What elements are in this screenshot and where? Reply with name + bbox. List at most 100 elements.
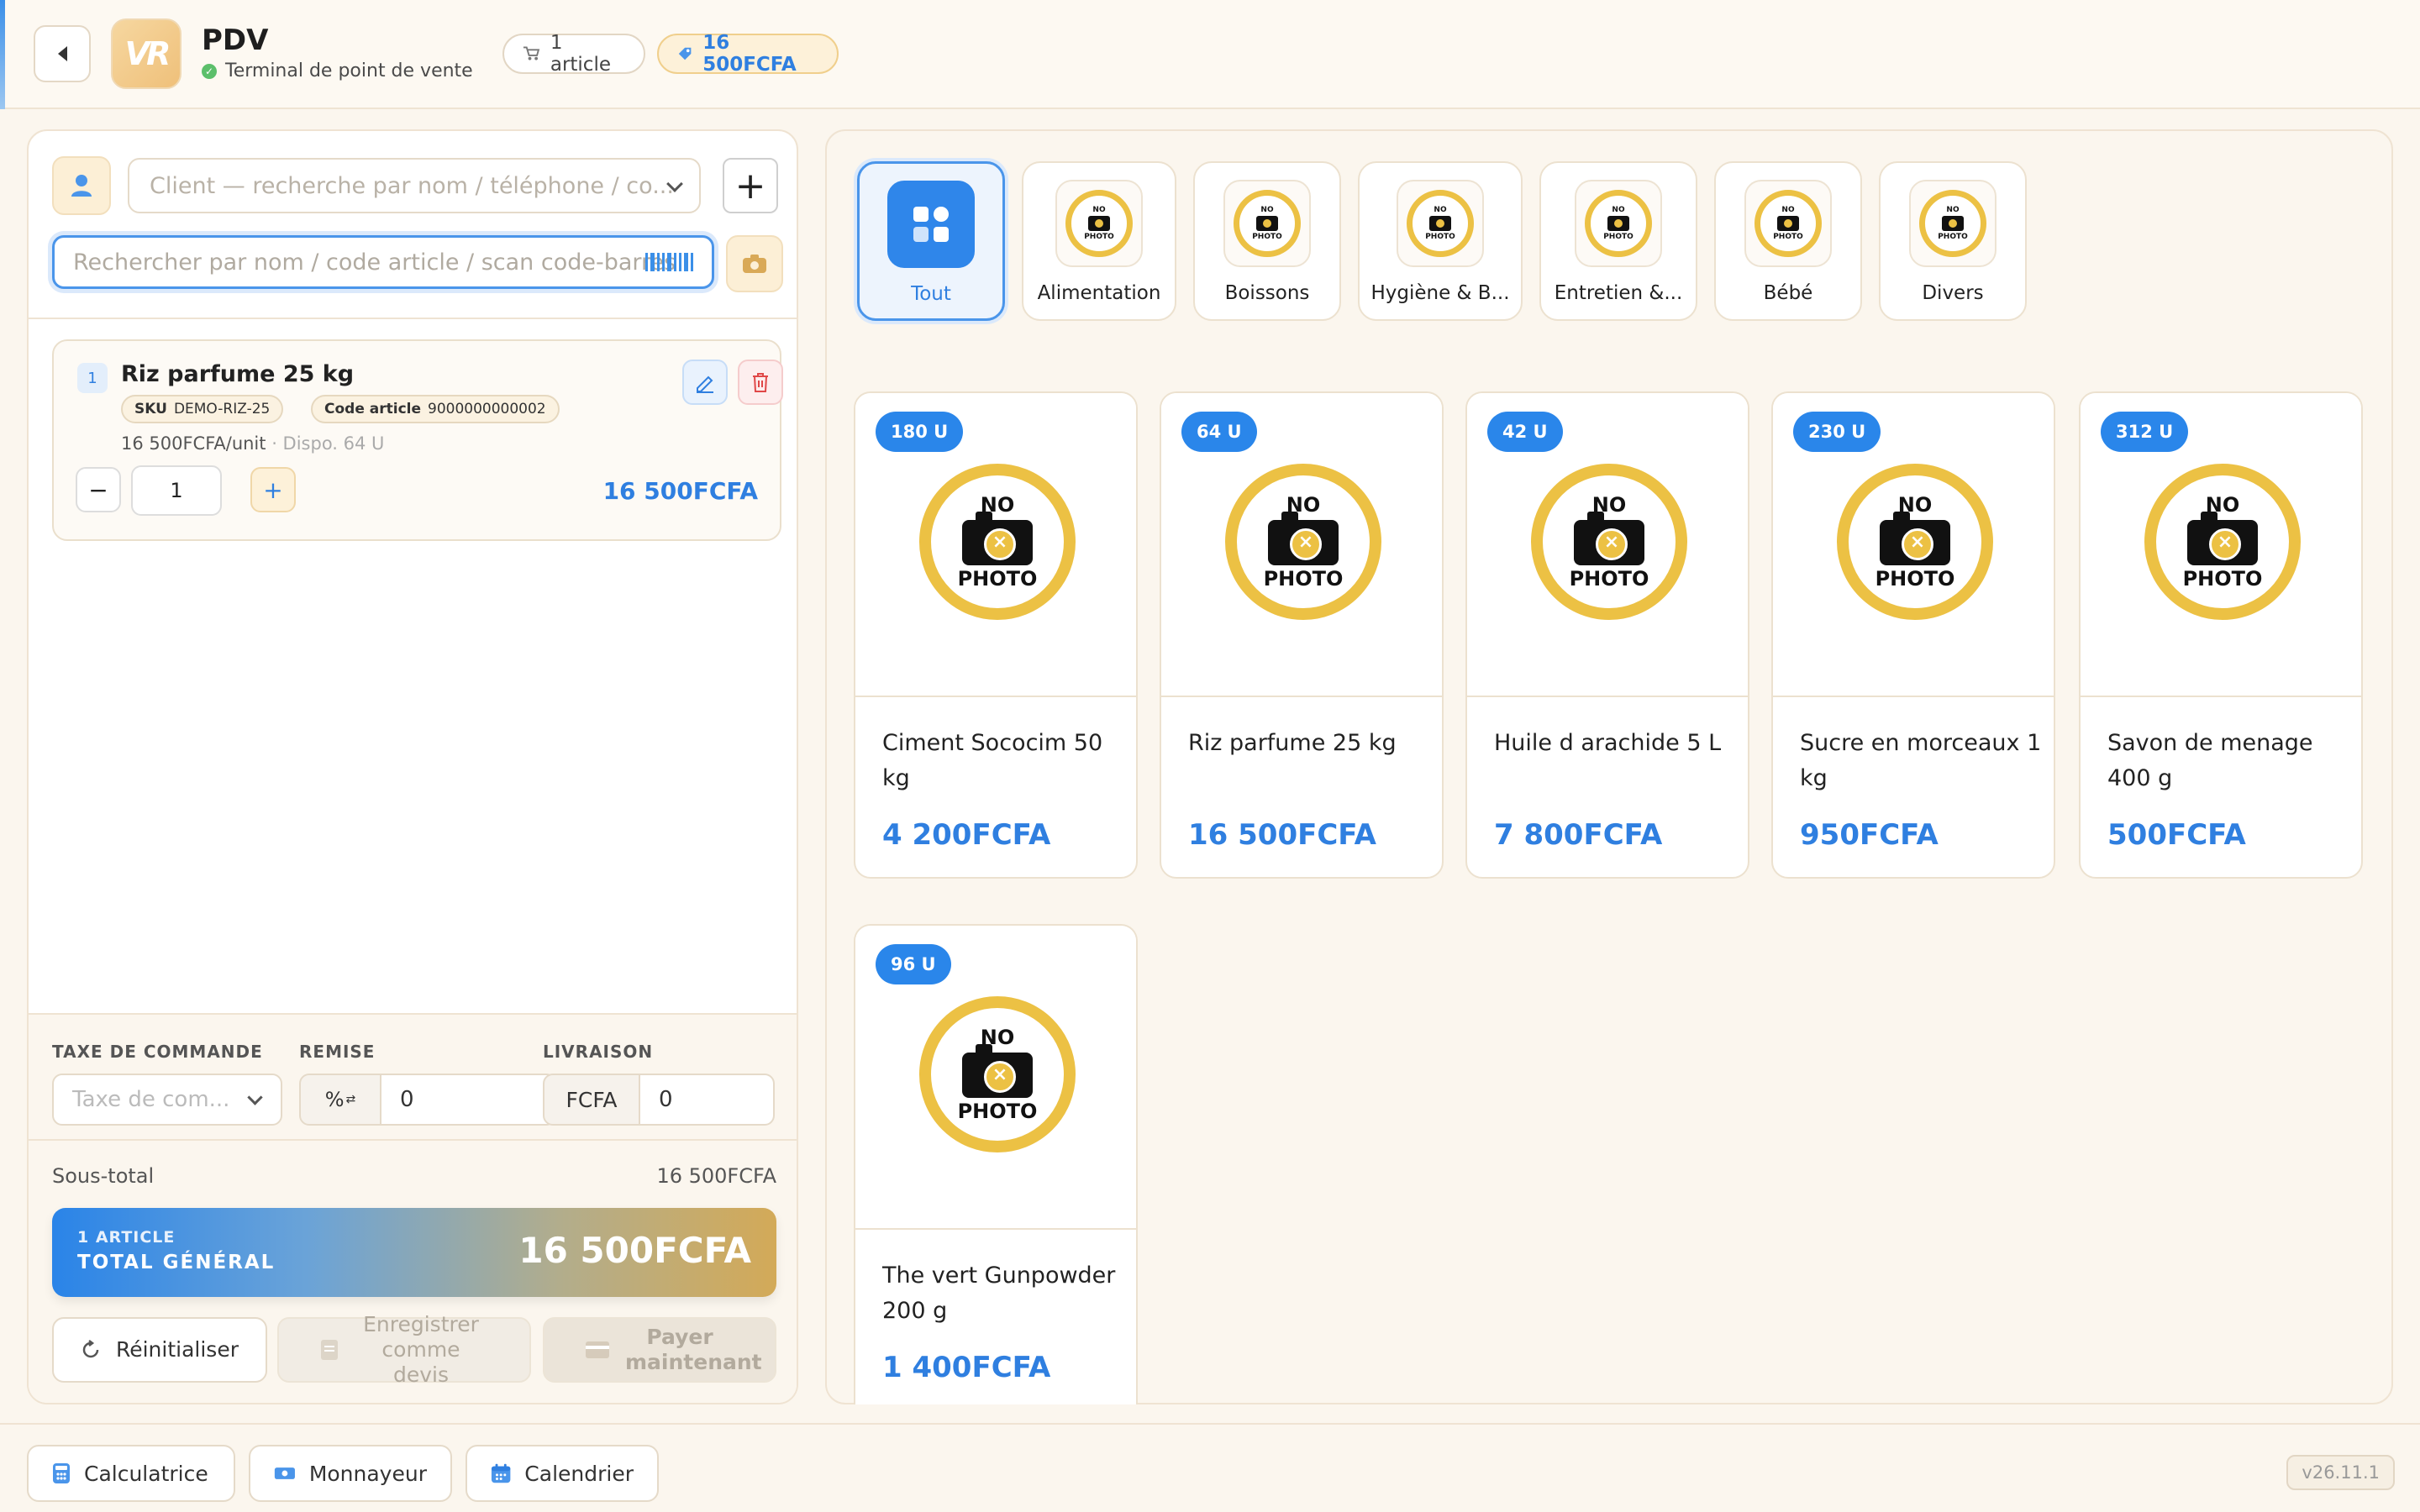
product-price: 500FCFA — [2107, 818, 2246, 852]
cart-total-text: 16 500FCFA — [702, 32, 797, 76]
sku-value: DEMO-RIZ-25 — [173, 401, 271, 417]
product-name: Riz parfume 25 kg — [1188, 730, 1397, 756]
no-photo-icon: NOPHOTO — [1575, 180, 1662, 267]
cart-item: 1 Riz parfume 25 kg SKU DEMO-RIZ-25 Code … — [52, 339, 783, 541]
remise-label: REMISE — [299, 1042, 376, 1062]
bottom-toolbar: Calculatrice Monnayeur Calendrier v26.11… — [0, 1423, 2420, 1512]
code-label: Code article — [324, 401, 422, 417]
tab-category-hygiene[interactable]: NO PHOTO Hygiène & B... — [1358, 161, 1523, 321]
product-card[interactable]: 312 U NOPHOTO Savon de menage 400 g 500F… — [2079, 391, 2363, 879]
money-changer-label: Monnayeur — [308, 1461, 427, 1486]
stock-badge: 64 U — [1181, 412, 1257, 452]
no-photo-icon: NOPHOTO — [1225, 464, 1381, 620]
client-search-select[interactable]: Client — recherche par nom / téléphone /… — [128, 158, 701, 213]
tab-category-divers[interactable]: NO PHOTO Divers — [1879, 161, 2027, 321]
refresh-icon — [82, 1340, 99, 1358]
tab-category-tout[interactable]: Tout — [857, 161, 1005, 321]
logo-text: VR — [124, 35, 171, 72]
product-price: 950FCFA — [1800, 818, 1939, 852]
product-image: 312 U NOPHOTO — [2081, 393, 2361, 697]
grid-icon — [887, 181, 975, 268]
cart-item-name: Riz parfume 25 kg — [121, 361, 355, 387]
percent-text: % — [324, 1088, 345, 1111]
user-icon — [71, 175, 92, 197]
cart-total-pill: 16 500FCFA — [657, 32, 839, 76]
category-label: Bébé — [1763, 282, 1813, 304]
product-card[interactable]: 96 U NOPHOTO The vert Gunpowder 200 g 1 … — [854, 924, 1138, 1404]
app-logo: VR — [111, 18, 182, 89]
product-name: Sucre en morceaux 1 kg — [1800, 730, 2042, 791]
product-name: Ciment Sococim 50 kg — [882, 730, 1103, 791]
no-photo-icon: NOPHOTO — [1223, 180, 1311, 267]
grand-total-amount: 16 500FCFA — [518, 1230, 751, 1271]
order-tax-select[interactable]: Taxe de com... — [52, 1074, 282, 1126]
product-price: 4 200FCFA — [882, 818, 1051, 852]
remise-type-toggle[interactable]: % ⇄ — [299, 1074, 381, 1126]
stock-badge: 312 U — [2101, 412, 2189, 452]
tab-category-entretien[interactable]: NO PHOTO Entretien &... — [1539, 161, 1697, 321]
edit-item-button[interactable] — [682, 360, 728, 405]
livraison-label: LIVRAISON — [543, 1042, 654, 1062]
tax-label: TAXE DE COMMANDE — [52, 1042, 263, 1062]
app-subtitle: ✓ Terminal de point de vente — [202, 60, 473, 81]
no-photo-icon: NOPHOTO — [919, 464, 1076, 620]
chevron-down-icon — [247, 1089, 263, 1105]
no-photo-icon: NOPHOTO — [1531, 464, 1687, 620]
tab-category-alimentation[interactable]: NO PHOTO Alimentation — [1022, 161, 1176, 321]
product-search-input[interactable]: Rechercher par nom / code article / scan… — [52, 235, 714, 289]
subtotal-label: Sous-total — [52, 1164, 155, 1188]
plus-icon: + — [263, 475, 283, 504]
pencil-icon — [697, 375, 713, 393]
availability-text: · Dispo. 64 U — [271, 433, 385, 454]
reset-button[interactable]: Réinitialiser — [52, 1317, 267, 1383]
client-icon-box — [52, 156, 111, 215]
product-card[interactable]: 42 U NOPHOTO Huile d arachide 5 L 7 800F… — [1465, 391, 1749, 879]
camera-icon — [743, 255, 766, 273]
client-select-placeholder: Client — recherche par nom / téléphone /… — [150, 172, 674, 199]
quantity-input[interactable]: 1 — [131, 465, 222, 516]
barcode-icon[interactable] — [645, 253, 693, 271]
tab-category-bebe[interactable]: NO PHOTO Bébé — [1714, 161, 1862, 321]
product-image: 180 U NOPHOTO — [855, 393, 1136, 697]
product-catalog: Tout NO PHOTO Alimentation NO PHOTO Boisso… — [825, 129, 2393, 1404]
swap-icon: ⇄ — [345, 1093, 356, 1106]
remise-value-input[interactable]: 0 — [380, 1074, 556, 1126]
product-price: 7 800FCFA — [1494, 818, 1663, 852]
calendar-button[interactable]: Calendrier — [466, 1445, 659, 1502]
cart-panel: Client — recherche par nom / téléphone /… — [27, 129, 798, 1404]
delete-item-button[interactable] — [738, 360, 783, 405]
subtotal-value: 16 500FCFA — [656, 1164, 776, 1188]
product-name: The vert Gunpowder 200 g — [882, 1263, 1116, 1324]
product-card[interactable]: 64 U NOPHOTO Riz parfume 25 kg 16 500FCF… — [1160, 391, 1444, 879]
product-price: 1 400FCFA — [882, 1351, 1051, 1384]
decrease-quantity-button[interactable]: − — [76, 467, 121, 512]
code-article-tag: Code article 9000000000002 — [311, 395, 560, 423]
cart-item-total: 16 500FCFA — [602, 477, 758, 505]
calculator-button[interactable]: Calculatrice — [27, 1445, 235, 1502]
increase-quantity-button[interactable]: + — [250, 467, 296, 512]
product-card[interactable]: 180 U NOPHOTO Ciment Sococim 50 kg 4 200… — [854, 391, 1138, 879]
money-changer-button[interactable]: Monnayeur — [249, 1445, 452, 1502]
product-search-placeholder: Rechercher par nom / code article / scan… — [73, 249, 676, 276]
article-count: 1 ARTICLE — [77, 1228, 176, 1247]
stock-badge: 96 U — [876, 944, 951, 984]
articles-count-pill: 1 article — [502, 32, 645, 76]
plus-icon: + — [734, 164, 766, 207]
no-photo-icon: NOPHOTO — [1744, 180, 1832, 267]
stock-badge: 42 U — [1487, 412, 1563, 452]
product-card[interactable]: 230 U NOPHOTO Sucre en morceaux 1 kg 950… — [1771, 391, 2055, 879]
sku-tag: SKU DEMO-RIZ-25 — [121, 395, 284, 423]
tab-category-boissons[interactable]: NO PHOTO Boissons — [1193, 161, 1341, 321]
tag-icon — [678, 47, 692, 60]
camera-scan-button[interactable] — [726, 235, 783, 292]
product-image: 64 U NOPHOTO — [1161, 393, 1442, 697]
category-label: Divers — [1922, 282, 1984, 304]
pay-now-button[interactable]: Payer maintenant — [543, 1317, 776, 1383]
save-quote-button[interactable]: Enregistrer comme devis — [277, 1312, 531, 1387]
add-client-button[interactable]: + — [723, 158, 778, 213]
divider — [29, 318, 797, 319]
livraison-value-input[interactable]: 0 — [639, 1074, 775, 1126]
banknote-icon — [274, 1467, 295, 1479]
back-button[interactable] — [34, 25, 91, 82]
product-name: Savon de menage 400 g — [2107, 730, 2313, 791]
